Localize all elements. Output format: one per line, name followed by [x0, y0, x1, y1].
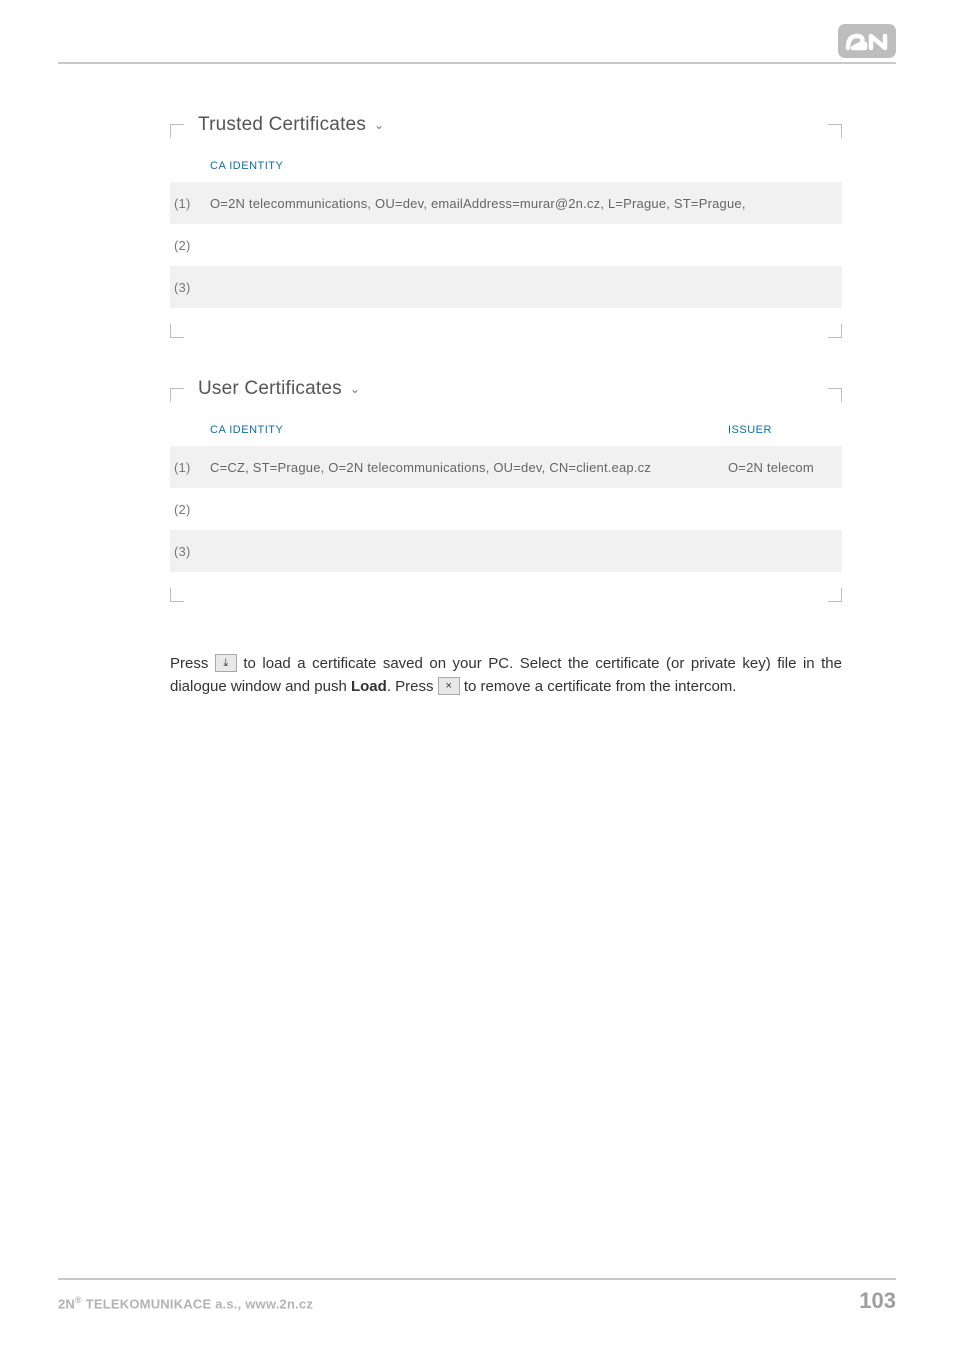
- instructions-text: Press ⤓ to load a certificate saved on y…: [170, 652, 842, 699]
- user-panel-title[interactable]: User Certificates ⌄: [198, 378, 360, 400]
- table-header: CA IDENTITY: [170, 138, 842, 182]
- panel-corner: [828, 388, 842, 402]
- table-row: (3): [170, 266, 842, 308]
- remove-icon[interactable]: ×: [438, 677, 460, 695]
- instr-segment: . Press: [387, 678, 438, 695]
- instr-segment: Press: [170, 655, 215, 672]
- page-header: [58, 24, 896, 64]
- row-index: (1): [174, 460, 210, 475]
- table-row: (2): [170, 224, 842, 266]
- panel-corner: [828, 124, 842, 138]
- chevron-down-icon: ⌄: [374, 118, 384, 132]
- instr-segment: to remove a certificate from the interco…: [464, 678, 737, 695]
- footer-company-rest: TELEKOMUNIKACE a.s., www.2n.cz: [82, 1296, 313, 1311]
- trusted-panel-title[interactable]: Trusted Certificates ⌄: [198, 114, 384, 136]
- table-row: (3): [170, 530, 842, 572]
- page-footer: 2N® TELEKOMUNIKACE a.s., www.2n.cz 103: [58, 1278, 896, 1314]
- table-header: CA IDENTITY ISSUER: [170, 402, 842, 446]
- table-row: (2): [170, 488, 842, 530]
- panel-corner: [828, 588, 842, 602]
- footer-brand: 2N: [58, 1296, 75, 1311]
- row-index: (2): [174, 238, 210, 253]
- user-certificates-panel: User Certificates ⌄ CA IDENTITY ISSUER (…: [170, 388, 842, 602]
- row-index: (1): [174, 196, 210, 211]
- row-identity: C=CZ, ST=Prague, O=2N telecommunications…: [210, 460, 728, 475]
- row-index: (3): [174, 544, 210, 559]
- panel-corner: [170, 324, 184, 338]
- panel-corner: [170, 124, 184, 138]
- panel-corner: [170, 588, 184, 602]
- panel-title-text: Trusted Certificates: [198, 114, 366, 136]
- registered-mark: ®: [75, 1295, 82, 1305]
- table-row: (1) O=2N telecommunications, OU=dev, ema…: [170, 182, 842, 224]
- footer-company: 2N® TELEKOMUNIKACE a.s., www.2n.cz: [58, 1295, 313, 1311]
- table-row: (1) C=CZ, ST=Prague, O=2N telecommunicat…: [170, 446, 842, 488]
- row-identity: O=2N telecommunications, OU=dev, emailAd…: [210, 196, 838, 211]
- col-header-ca-identity: CA IDENTITY: [210, 160, 838, 172]
- panel-corner: [828, 324, 842, 338]
- page-content: Trusted Certificates ⌄ CA IDENTITY (1) O…: [170, 124, 842, 699]
- col-header-issuer: ISSUER: [728, 424, 838, 436]
- row-issuer: O=2N telecom: [728, 460, 814, 475]
- page-number: 103: [859, 1288, 896, 1314]
- trusted-certificates-panel: Trusted Certificates ⌄ CA IDENTITY (1) O…: [170, 124, 842, 338]
- panel-corner: [170, 388, 184, 402]
- load-icon[interactable]: ⤓: [215, 654, 237, 672]
- panel-title-text: User Certificates: [198, 378, 342, 400]
- col-header-ca-identity: CA IDENTITY: [210, 424, 728, 436]
- row-index: (3): [174, 280, 210, 295]
- row-index: (2): [174, 502, 210, 517]
- chevron-down-icon: ⌄: [350, 382, 360, 396]
- brand-logo: [838, 24, 896, 58]
- load-label: Load: [351, 678, 387, 695]
